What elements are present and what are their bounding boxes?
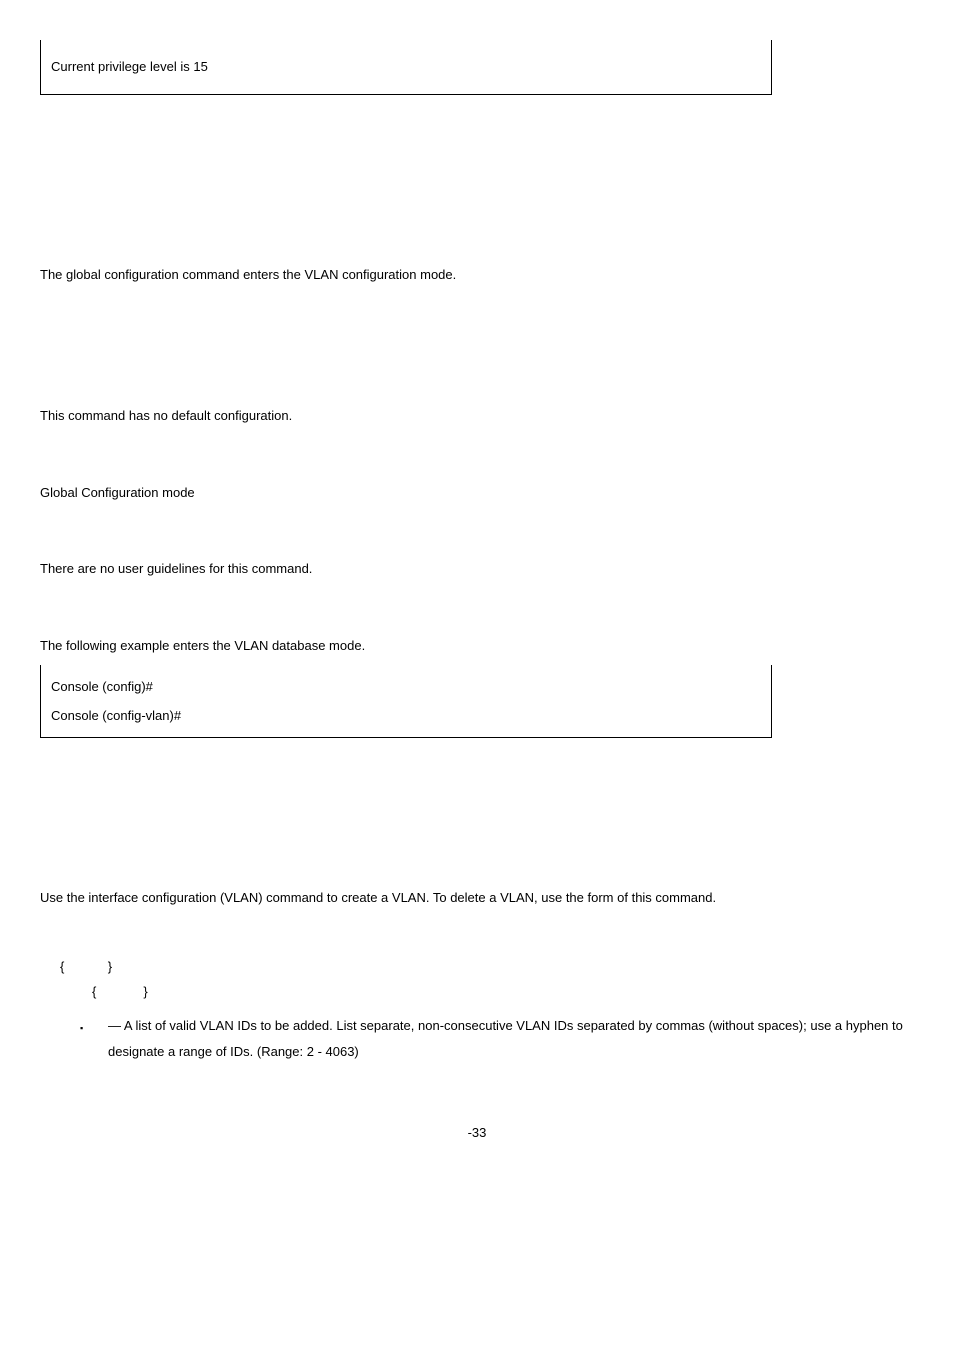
page-number: -33 (40, 1125, 914, 1140)
text-fragment: global configuration command enters the … (66, 267, 456, 282)
code-box-privilege: Current privilege level is 15 (40, 40, 772, 95)
bullet-item: ▪ — A list of valid VLAN IDs to be added… (80, 1013, 914, 1065)
syntax-line-2: { } (92, 984, 914, 999)
paragraph-default-config: This command has no default configuratio… (40, 406, 914, 427)
bullet-text: — A list of valid VLAN IDs to be added. … (108, 1013, 914, 1065)
text-fragment: The (40, 267, 66, 282)
code-box-console: Console (config)# Console (config-vlan)# (40, 665, 772, 738)
text-fragment: form of this command. (588, 890, 717, 905)
text-fragment: { (60, 959, 64, 974)
page-content: Current privilege level is 15 The global… (0, 0, 954, 1180)
bullet-square-icon: ▪ (80, 1013, 108, 1065)
paragraph-example-intro: The following example enters the VLAN da… (40, 636, 914, 657)
code-line: Current privilege level is 15 (51, 59, 208, 74)
text-fragment: interface configuration (VLAN) command t… (88, 890, 587, 905)
text-fragment: { (92, 984, 96, 999)
paragraph-vlan-cmd-desc: Use the interface configuration (VLAN) c… (40, 888, 914, 909)
code-line: Console (config)# (51, 679, 761, 694)
paragraph-vlan-db-desc: The global configuration command enters … (40, 265, 914, 286)
paragraph-guidelines: There are no user guidelines for this co… (40, 559, 914, 580)
syntax-line-1: { } (60, 959, 914, 974)
paragraph-mode: Global Configuration mode (40, 483, 914, 504)
text-fragment: Use the (40, 890, 88, 905)
text-fragment: } (108, 959, 112, 974)
code-line: Console (config-vlan)# (51, 708, 761, 723)
text-fragment: } (143, 984, 147, 999)
